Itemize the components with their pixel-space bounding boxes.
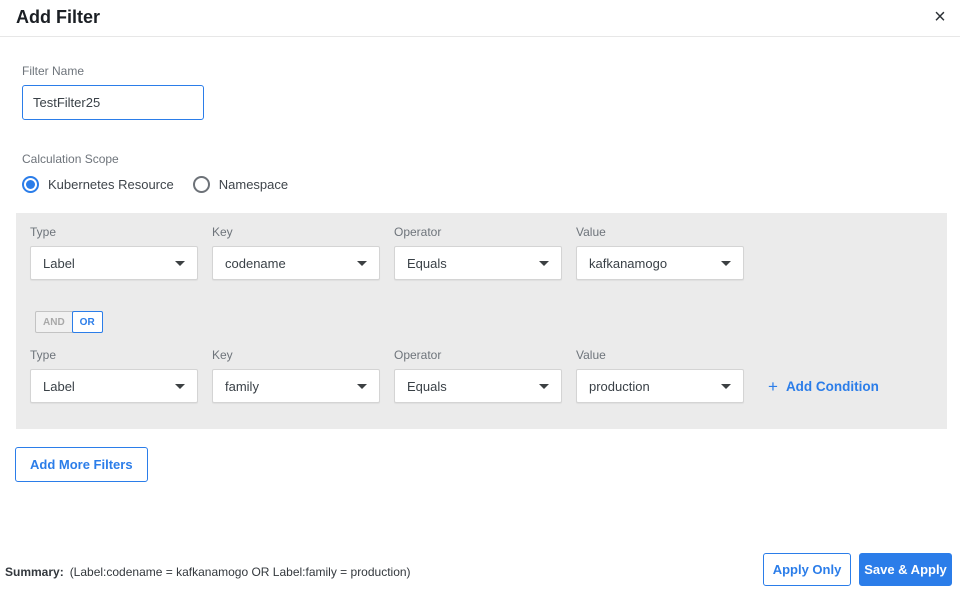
condition-row-2: Type Label Key family Operator Equals Va… bbox=[30, 348, 744, 403]
conditions-panel: Type Label Key codename Operator Equals … bbox=[16, 213, 947, 429]
type-field: Type Label bbox=[30, 348, 198, 403]
value-dropdown[interactable]: production bbox=[576, 369, 744, 403]
value-label: Value bbox=[576, 348, 606, 362]
operator-dropdown[interactable]: Equals bbox=[394, 246, 562, 280]
key-value: family bbox=[225, 378, 259, 394]
dialog-header: Add Filter × bbox=[0, 0, 960, 37]
key-value: codename bbox=[225, 255, 286, 271]
chevron-down-icon bbox=[721, 383, 731, 389]
key-dropdown[interactable]: family bbox=[212, 369, 380, 403]
radio-label: Kubernetes Resource bbox=[48, 177, 174, 192]
operator-field: Operator Equals bbox=[394, 225, 562, 280]
operator-label: Operator bbox=[394, 348, 442, 362]
condition-row-1: Type Label Key codename Operator Equals … bbox=[30, 225, 744, 280]
radio-kubernetes-resource[interactable]: Kubernetes Resource bbox=[22, 176, 174, 193]
and-toggle[interactable]: AND bbox=[35, 311, 73, 333]
radio-label: Namespace bbox=[218, 177, 289, 192]
summary-label: Summary: bbox=[5, 565, 64, 579]
calculation-scope-options: Kubernetes Resource Namespace bbox=[22, 176, 288, 193]
type-label: Type bbox=[30, 225, 57, 239]
value-value: production bbox=[589, 378, 650, 394]
add-condition-label: Add Condition bbox=[785, 379, 879, 394]
logic-toggle: AND OR bbox=[35, 311, 103, 333]
operator-value: Equals bbox=[407, 378, 447, 394]
type-value: Label bbox=[43, 255, 75, 271]
chevron-down-icon bbox=[721, 260, 731, 266]
type-label: Type bbox=[30, 348, 57, 362]
page-title: Add Filter bbox=[16, 7, 100, 27]
chevron-down-icon bbox=[357, 260, 367, 266]
add-more-filters-button[interactable]: Add More Filters bbox=[15, 447, 148, 482]
operator-dropdown[interactable]: Equals bbox=[394, 369, 562, 403]
value-label: Value bbox=[576, 225, 606, 239]
type-dropdown[interactable]: Label bbox=[30, 246, 198, 280]
key-field: Key codename bbox=[212, 225, 380, 280]
add-condition-button[interactable]: + Add Condition bbox=[768, 378, 879, 395]
key-label: Key bbox=[212, 225, 233, 239]
or-toggle[interactable]: OR bbox=[71, 311, 103, 333]
chevron-down-icon bbox=[539, 383, 549, 389]
save-and-apply-button[interactable]: Save & Apply bbox=[859, 553, 952, 586]
operator-value: Equals bbox=[407, 255, 447, 271]
chevron-down-icon bbox=[539, 260, 549, 266]
key-label: Key bbox=[212, 348, 233, 362]
value-field: Value production bbox=[576, 348, 744, 403]
radio-namespace[interactable]: Namespace bbox=[192, 176, 289, 193]
close-icon[interactable]: × bbox=[927, 4, 953, 30]
plus-icon: + bbox=[768, 377, 778, 396]
key-field: Key family bbox=[212, 348, 380, 403]
value-field: Value kafkanamogo bbox=[576, 225, 744, 280]
type-value: Label bbox=[43, 378, 75, 394]
filter-name-input[interactable] bbox=[22, 85, 204, 120]
value-value: kafkanamogo bbox=[589, 255, 668, 271]
operator-field: Operator Equals bbox=[394, 348, 562, 403]
apply-only-button[interactable]: Apply Only bbox=[763, 553, 851, 586]
type-field: Type Label bbox=[30, 225, 198, 280]
filter-name-label: Filter Name bbox=[22, 64, 85, 78]
type-dropdown[interactable]: Label bbox=[30, 369, 198, 403]
chevron-down-icon bbox=[357, 383, 367, 389]
summary: Summary: (Label:codename = kafkanamogo OR… bbox=[5, 565, 411, 579]
key-dropdown[interactable]: codename bbox=[212, 246, 380, 280]
chevron-down-icon bbox=[175, 383, 185, 389]
radio-selected-icon bbox=[22, 176, 39, 193]
value-dropdown[interactable]: kafkanamogo bbox=[576, 246, 744, 280]
chevron-down-icon bbox=[175, 260, 185, 266]
operator-label: Operator bbox=[394, 225, 442, 239]
summary-text: (Label:codename = kafkanamogo OR Label:f… bbox=[69, 565, 411, 579]
calculation-scope-label: Calculation Scope bbox=[22, 152, 119, 166]
radio-unselected-icon bbox=[192, 176, 210, 193]
